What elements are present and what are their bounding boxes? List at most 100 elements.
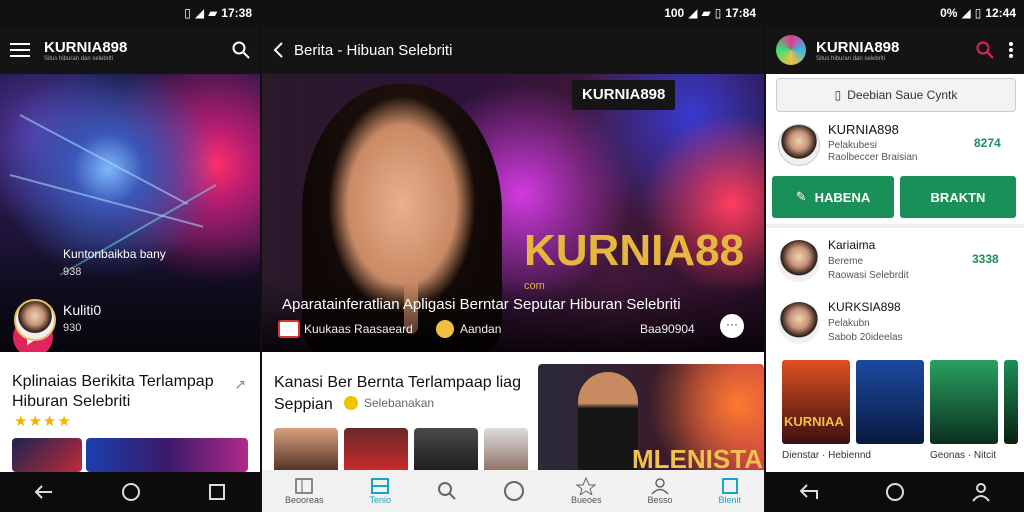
app-subtitle: Situs hiburan dan selebriti [44, 55, 114, 62]
app-branding: KURNIA898 Situs hiburan dan selebriti [44, 39, 127, 62]
home-icon[interactable] [503, 480, 525, 502]
user-name: Kuliti0 [63, 302, 102, 318]
light-beam [19, 114, 189, 206]
article-thumbnail[interactable] [12, 438, 82, 472]
status-prefix: 0% [940, 6, 958, 20]
system-nav-bar [766, 472, 1024, 512]
phone-screen-home: ▯ ◢ ▰ 17:38 KURNIA898 Situs hiburan dan … [0, 0, 260, 512]
braktn-button[interactable]: BRAKTN [900, 176, 1016, 218]
item1-score: 3338 [972, 252, 999, 266]
logo-text: KURNIA898 [582, 86, 666, 103]
nav-events-label: Bueoes [570, 495, 602, 505]
home-icon[interactable] [121, 482, 141, 502]
item1-name: Kariaima [828, 238, 876, 252]
nav-tenio-label: Tenio [369, 495, 392, 505]
wifi-icon: ◢ [961, 6, 971, 20]
article-timestamp: Baa90904 [640, 322, 695, 336]
status-time: 17:84 [725, 6, 756, 20]
wifi-icon: ◢ [194, 6, 205, 20]
status-time: 17:38 [221, 6, 252, 20]
profile-name: KURNIA898 [828, 122, 899, 137]
battery-icon: ▯ [184, 6, 191, 20]
item2-name: KURKSIA898 [828, 300, 901, 314]
celebrity-thumbnail[interactable] [484, 428, 528, 474]
list-item-avatar[interactable] [778, 240, 820, 282]
item2-line1: Pelakubn [828, 318, 870, 329]
back-arrow-icon[interactable] [272, 41, 284, 59]
profile-avatar[interactable] [778, 124, 820, 166]
app-branding: KURNIA898 Situs hiburan dan selebriti [816, 39, 899, 62]
hero-image[interactable]: KURNIA898 KURNIA88 com Aparatainferatlia… [262, 74, 764, 352]
status-bar: ▯ ◢ ▰ 17:38 [0, 0, 260, 26]
game-thumbnail[interactable] [856, 360, 924, 444]
hero-subtitle: 938 [63, 266, 82, 278]
search-pill[interactable]: ▯ Deebian Saue Cyntk [776, 78, 1016, 112]
brand-overlay-text: KURNIA88 [524, 226, 745, 275]
game-thumbnail[interactable]: KURNIAA [782, 360, 850, 444]
nav-blenit-label: Blenit [718, 495, 741, 505]
author-name: Aandan [460, 322, 502, 336]
celebrity-thumbnail[interactable] [414, 428, 478, 474]
article-thumbnail[interactable] [86, 438, 248, 472]
logo-badge: KURNIA898 [572, 80, 676, 110]
emoji-icon [344, 396, 358, 410]
more-options-icon[interactable]: ··· [720, 314, 744, 338]
article-card[interactable]: Kplinaias Berikita Terlampap Hiburan Sel… [0, 352, 260, 472]
nav-events[interactable]: Bueoes [571, 477, 602, 505]
back-icon[interactable] [34, 484, 54, 500]
nav-news[interactable]: Beooreas [285, 477, 324, 505]
recents-icon[interactable] [208, 483, 226, 501]
search-icon[interactable] [232, 41, 250, 59]
search-icon[interactable] [437, 481, 457, 501]
hero-banner[interactable]: Kuntonbaikba bany 938 Kuliti0 930 [0, 74, 260, 357]
app-subtitle: Situs hiburan dan selebriti [816, 55, 886, 62]
card-meta: Selebanakan [364, 396, 435, 410]
list-divider [766, 224, 1024, 228]
nav-blenit[interactable]: Blenit [718, 477, 741, 505]
status-time: 12:44 [985, 6, 1016, 20]
profile-line2: Raolbeccer Braisian [828, 152, 918, 163]
celebrity-thumbnail[interactable] [274, 428, 338, 474]
profile-icon[interactable] [971, 482, 991, 502]
profile-line1: Pelakubesi [828, 140, 877, 151]
list-item-avatar[interactable] [778, 302, 820, 344]
more-vert-icon[interactable] [1008, 41, 1014, 59]
app-logo [776, 35, 806, 65]
phone-screen-profile: 0% ◢ ▯ 12:44 KURNIA898 Situs hiburan dan… [766, 0, 1024, 512]
item1-line1: Bereme [828, 256, 864, 267]
rating-stars: ★★★★ [14, 413, 72, 430]
search-icon[interactable] [976, 41, 994, 59]
source-icon [278, 320, 300, 338]
game-thumbnail[interactable] [1004, 360, 1018, 444]
headline-gradient [262, 282, 764, 352]
profile-score: 8274 [974, 136, 1001, 150]
item2-line2: Sabob 20ideelas [828, 332, 903, 343]
app-header: KURNIA898 Situs hiburan dan selebriti [0, 26, 260, 74]
back-icon[interactable] [799, 483, 819, 501]
share-icon[interactable]: ↗ [234, 376, 246, 393]
home-icon[interactable] [885, 482, 905, 502]
menu-icon[interactable] [10, 42, 30, 58]
nav-profile[interactable]: Besso [647, 477, 673, 505]
app-title: KURNIA898 [44, 38, 128, 56]
promo-image[interactable]: MLENISTA [538, 364, 764, 474]
app-title: KURNIA898 [816, 38, 900, 56]
braktn-label: BRAKTN [930, 189, 986, 205]
nav-tenio[interactable]: Tenio [369, 477, 392, 505]
habena-label: HABENA [814, 189, 871, 205]
habena-button[interactable]: ✎ HABENA [772, 176, 894, 218]
author-icon [436, 320, 454, 338]
wifi-icon: ◢ [688, 6, 698, 20]
signal-icon: ▰ [208, 6, 218, 20]
battery-icon: ▯ [714, 6, 722, 20]
headline[interactable]: Aparatainferatlian Apligasi Berntar Sepu… [282, 296, 681, 313]
source-label: Kuukaas Raasaeard [304, 322, 413, 336]
celebrity-thumbnail[interactable] [344, 428, 408, 474]
nav-profile-label: Besso [647, 495, 673, 505]
status-bar: 100 ◢ ▰ ▯ 17:84 [262, 0, 764, 26]
signal-icon: ▰ [701, 6, 711, 20]
item1-line2: Raowasi Selebrdit [828, 270, 909, 281]
user-avatar[interactable] [14, 299, 56, 341]
game-thumbnail[interactable] [930, 360, 998, 444]
battery-icon: ▯ [974, 6, 982, 20]
